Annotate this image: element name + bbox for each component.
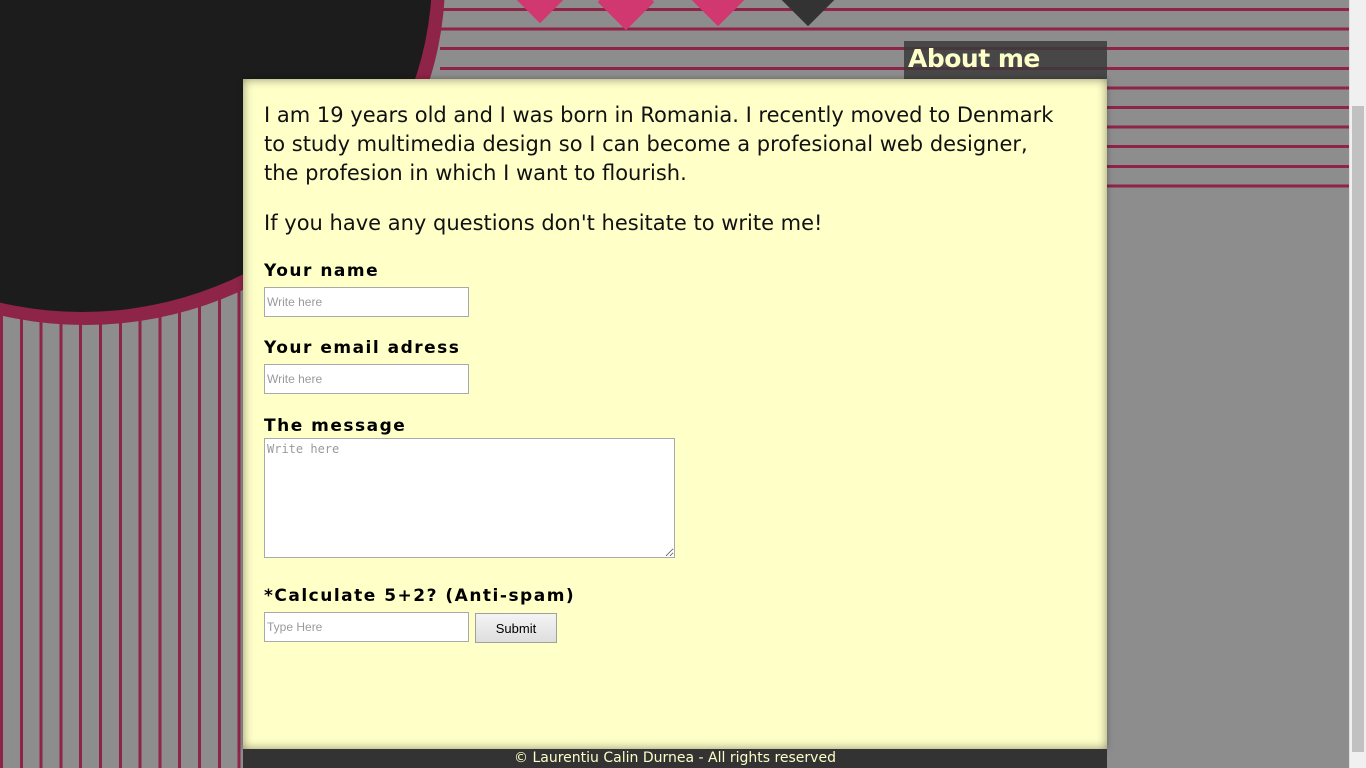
bio-paragraph: I am 19 years old and I was born in Roma…	[264, 103, 1054, 185]
name-label: Your name	[264, 261, 380, 281]
vertical-scrollbar[interactable]	[1349, 0, 1366, 768]
content-panel: I am 19 years old and I was born in Roma…	[243, 79, 1107, 749]
email-label: Your email adress	[264, 338, 461, 358]
page: About me I am 19 years old and I was bor…	[0, 0, 1366, 768]
message-label: The message	[264, 416, 407, 436]
footer: © Laurentiu Calin Durnea - All rights re…	[243, 749, 1107, 768]
page-title: About me	[908, 44, 1040, 73]
message-textarea[interactable]	[264, 438, 675, 558]
captcha-input[interactable]	[264, 612, 469, 642]
name-input[interactable]	[264, 287, 469, 317]
contact-prompt: If you have any questions don't hesitate…	[264, 211, 823, 235]
scrollbar-thumb[interactable]	[1352, 106, 1364, 752]
email-input[interactable]	[264, 364, 469, 394]
captcha-label: *Calculate 5+2? (Anti-spam)	[264, 586, 576, 606]
submit-button[interactable]: Submit	[475, 613, 557, 643]
